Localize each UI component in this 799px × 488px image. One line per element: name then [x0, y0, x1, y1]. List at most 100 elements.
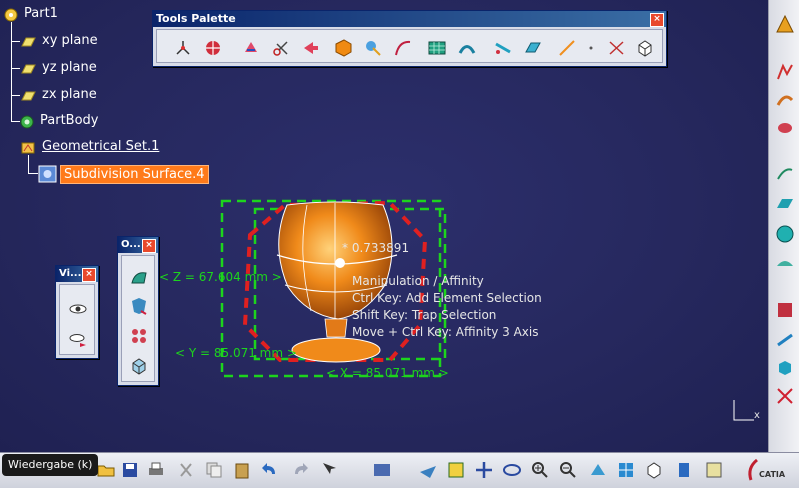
- options-palette-body: [121, 255, 155, 382]
- normal-view-icon[interactable]: [588, 460, 608, 480]
- arc-icon[interactable]: [457, 38, 477, 58]
- tree-connector: [28, 155, 29, 173]
- view-palette-title: Vi...: [59, 268, 82, 279]
- glass-stem: [324, 318, 348, 338]
- print-icon[interactable]: [146, 460, 166, 480]
- update-icon[interactable]: [372, 460, 392, 480]
- mesh-icon[interactable]: [129, 326, 149, 346]
- line-icon[interactable]: [557, 38, 577, 58]
- axis-icon[interactable]: [173, 38, 193, 58]
- options-palette-title: O...: [121, 239, 141, 250]
- fit-all-icon[interactable]: [446, 460, 466, 480]
- sphere-icon[interactable]: [775, 224, 795, 244]
- options-palette-titlebar[interactable]: O... ×: [118, 237, 158, 253]
- glass-base: [291, 337, 381, 363]
- curve-icon[interactable]: [393, 38, 413, 58]
- right-toolbar: [768, 0, 799, 452]
- close-button[interactable]: ×: [82, 268, 96, 282]
- catia-logo: CATIA: [743, 458, 797, 484]
- hint-line: Move + Ctrl Key: Affinity 3 Axis: [352, 325, 539, 339]
- tools-palette-titlebar[interactable]: Tools Palette ×: [153, 11, 666, 27]
- cut-icon[interactable]: [176, 460, 196, 480]
- surface-icon[interactable]: [775, 254, 795, 274]
- paste-icon[interactable]: [232, 460, 252, 480]
- node-icon[interactable]: [363, 38, 383, 58]
- zoom-out-icon[interactable]: [558, 460, 578, 480]
- multi-view-icon[interactable]: [616, 460, 636, 480]
- sketch-icon[interactable]: [775, 62, 795, 82]
- surface-icon[interactable]: [129, 268, 149, 288]
- loft-icon[interactable]: [775, 118, 795, 138]
- shading-icon[interactable]: [674, 460, 694, 480]
- close-button[interactable]: ×: [142, 239, 156, 253]
- plane-icon: [21, 64, 36, 74]
- tree-label: zx plane: [42, 87, 97, 102]
- shield-icon[interactable]: [129, 296, 149, 316]
- zoom-in-icon[interactable]: [530, 460, 550, 480]
- slash-icon[interactable]: [493, 38, 513, 58]
- fill-icon[interactable]: [775, 300, 795, 320]
- view-palette-titlebar[interactable]: Vi... ×: [56, 266, 98, 282]
- redo-icon[interactable]: [290, 460, 310, 480]
- tools-palette-title: Tools Palette: [156, 12, 236, 25]
- hint-line: Manipulation / Affinity: [352, 274, 484, 288]
- hide-show-icon[interactable]: [704, 460, 724, 480]
- eye-icon[interactable]: [68, 299, 88, 319]
- pan-icon[interactable]: [474, 460, 494, 480]
- grid-surface-icon[interactable]: [427, 38, 447, 58]
- compass-icon[interactable]: [203, 38, 223, 58]
- tree-connector: [11, 68, 20, 69]
- dot-icon[interactable]: [581, 38, 601, 58]
- extrude-icon[interactable]: [775, 358, 795, 378]
- close-button[interactable]: ×: [650, 13, 664, 27]
- split-icon[interactable]: [775, 386, 795, 406]
- workbench-icon[interactable]: [775, 14, 795, 34]
- rotate-icon[interactable]: [241, 38, 261, 58]
- dimension-x: < X = 85.071 mm >: [326, 366, 449, 380]
- axis-label: x: [754, 410, 760, 421]
- options-palette[interactable]: O... ×: [117, 236, 159, 386]
- tree-label: yz plane: [42, 60, 97, 75]
- curve-icon[interactable]: [775, 164, 795, 184]
- copy-icon[interactable]: [204, 460, 224, 480]
- tools-palette[interactable]: Tools Palette ×: [152, 10, 667, 67]
- arrow-shape-icon[interactable]: [301, 38, 321, 58]
- gear-icon: [20, 115, 34, 129]
- whats-this-icon[interactable]: [320, 460, 340, 480]
- save-icon[interactable]: [120, 460, 140, 480]
- cube-shaded-icon[interactable]: [129, 356, 149, 376]
- affinity-coefficient: * 0.733891: [342, 241, 410, 255]
- bottom-toolbar: [0, 452, 799, 488]
- tooltip: Wiedergabe (k): [2, 454, 99, 476]
- scissors-icon[interactable]: [271, 38, 291, 58]
- subdivision-surface-icon: [38, 165, 57, 183]
- geometrical-set-icon: [21, 142, 35, 154]
- sweep-icon[interactable]: [775, 90, 795, 110]
- iso-view-icon[interactable]: [644, 460, 664, 480]
- rotate-view-icon[interactable]: [502, 460, 522, 480]
- tree-connector: [11, 95, 20, 96]
- cube-icon[interactable]: [635, 38, 655, 58]
- plane-icon: [21, 37, 36, 47]
- tree-label-selected: Subdivision Surface.4: [60, 165, 209, 184]
- eye-arrow-icon[interactable]: [68, 329, 88, 349]
- orange-solid-icon[interactable]: [333, 38, 353, 58]
- dimension-y: < Y = 85.071 mm >: [175, 346, 297, 360]
- view-palette-body: [59, 284, 95, 355]
- brand-label: CATIA: [759, 470, 786, 479]
- dimension-icon[interactable]: [607, 38, 627, 58]
- view-palette[interactable]: Vi... ×: [55, 265, 99, 359]
- manipulator-handle[interactable]: [335, 258, 345, 268]
- tree-label: xy plane: [42, 33, 98, 48]
- tree-label: Geometrical Set.1: [42, 139, 160, 154]
- open-folder-icon[interactable]: [96, 460, 116, 480]
- undo-icon[interactable]: [260, 460, 280, 480]
- tree-connector: [11, 41, 20, 42]
- plane-icon[interactable]: [775, 194, 795, 214]
- tree-label: PartBody: [40, 113, 99, 128]
- plane-icon: [21, 91, 36, 101]
- blend-icon[interactable]: [775, 330, 795, 350]
- tree-label: Part1: [24, 6, 58, 21]
- fly-mode-icon[interactable]: [418, 460, 438, 480]
- blue-sheet-icon[interactable]: [523, 38, 543, 58]
